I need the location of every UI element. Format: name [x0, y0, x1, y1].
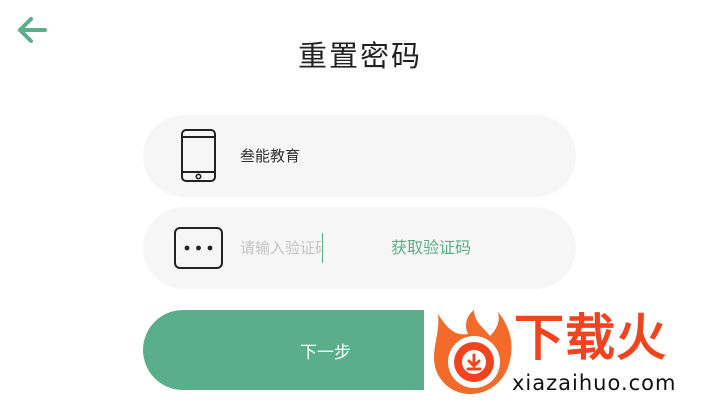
verification-code-input[interactable] [240, 233, 323, 263]
account-field[interactable]: 叁能教育 [143, 115, 576, 197]
get-code-button[interactable]: 获取验证码 [391, 207, 471, 289]
account-value: 叁能教育 [240, 147, 301, 165]
password-dots-icon [174, 227, 223, 269]
password-icon-wrap [169, 207, 231, 289]
verification-code-field: 获取验证码 [143, 207, 576, 289]
watermark-brand: 下载火 [514, 309, 667, 367]
page-title: 重置密码 [297, 39, 422, 73]
reset-password-screen: 重置密码 叁能教育 获取验证码 下一步 [0, 0, 720, 400]
flame-logo-icon [434, 310, 512, 394]
phone-icon [181, 129, 216, 182]
watermark: 下载火 xiazaihuo.com [424, 304, 720, 400]
watermark-domain: xiazaihuo.com [512, 371, 677, 395]
phone-icon-wrap [169, 115, 231, 197]
next-button-label: 下一步 [300, 342, 351, 363]
